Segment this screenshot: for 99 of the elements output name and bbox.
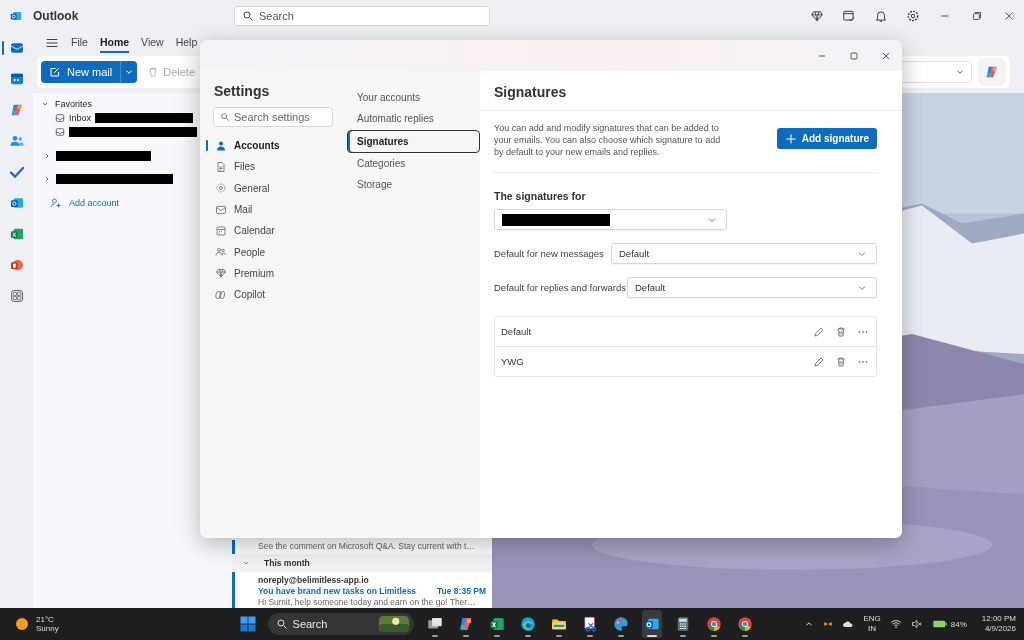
add-person-icon xyxy=(50,197,62,209)
colorful-logo-icon xyxy=(984,64,1000,80)
message-subject: You have brand new tasks on Limitless xyxy=(258,586,417,596)
ribbon-tab[interactable]: View xyxy=(141,33,164,53)
apps-grid-icon[interactable] xyxy=(8,287,25,304)
field-label: Default for new messages xyxy=(494,247,605,260)
signature-dropdown[interactable]: Default xyxy=(627,277,877,298)
settings-category[interactable]: Accounts xyxy=(206,135,347,157)
round-browser-icon[interactable] xyxy=(735,615,754,633)
bell-icon[interactable] xyxy=(874,9,888,23)
sun-icon xyxy=(14,616,30,632)
document-icon xyxy=(215,160,227,173)
section-label: Favorites xyxy=(55,99,92,109)
gear-icon xyxy=(215,182,227,195)
search-field[interactable]: Search xyxy=(234,6,490,26)
settings-icon[interactable] xyxy=(906,9,920,23)
settings-category[interactable]: Premium xyxy=(206,262,347,285)
message-preview: See the comment on Microsoft Q&A. Stay current with t… xyxy=(258,541,475,551)
speaker-muted-icon[interactable] xyxy=(910,618,923,630)
people-icon xyxy=(215,246,227,259)
taskbar-search-field[interactable]: Search xyxy=(267,613,414,635)
chevron-right-icon[interactable] xyxy=(43,152,51,160)
settings-subcategory[interactable]: Signatures xyxy=(347,129,480,153)
trash-icon[interactable] xyxy=(835,325,847,338)
settings-category[interactable]: People xyxy=(206,241,347,263)
envelope-logo-icon xyxy=(9,9,23,23)
description-text: You can add and modify signatures that can be added to your emails. You can also choose which signature to add by default to your new emails and replies. xyxy=(494,122,722,158)
wifi-icon[interactable] xyxy=(889,618,902,630)
weather-condition: Sunny xyxy=(36,624,59,633)
settings-category[interactable]: Files xyxy=(206,156,347,178)
ribbon-tab[interactable]: Home xyxy=(99,33,130,53)
inbox-tray-icon xyxy=(55,113,65,123)
ribbon-tab[interactable]: File xyxy=(71,33,88,53)
field-label: Default for replies and forwards xyxy=(494,281,627,294)
account-dropdown[interactable] xyxy=(494,209,727,230)
pencil-icon[interactable] xyxy=(813,325,825,338)
signature-name: YWG xyxy=(501,356,524,367)
search-settings-field[interactable]: Search settings xyxy=(213,107,333,127)
compose-icon xyxy=(49,66,61,78)
signature-name: Default xyxy=(501,326,532,337)
add-account-link[interactable]: Add account xyxy=(69,198,120,208)
app-title: Outlook xyxy=(33,9,79,23)
chevron-right-icon[interactable] xyxy=(43,175,51,183)
spreadsheet-app-icon[interactable] xyxy=(487,615,506,633)
temperature: 21°C xyxy=(36,615,55,624)
search-icon xyxy=(220,112,230,122)
palette-icon[interactable] xyxy=(611,615,630,633)
envelope-icon xyxy=(215,203,227,216)
message-preview: Hi Sumit, help someone today and earn on the go! Ther… xyxy=(258,597,477,607)
search-settings-input[interactable]: Search settings xyxy=(234,111,326,123)
settings-subcategory[interactable]: Storage xyxy=(347,173,480,196)
clock[interactable]: 12:00 PM 4/9/2026 xyxy=(981,614,1016,634)
settings-category[interactable]: Calendar xyxy=(206,220,347,242)
signature-dropdown[interactable]: Default xyxy=(611,243,877,264)
settings-subcategory[interactable]: Automatic replies xyxy=(347,108,480,130)
pencil-icon[interactable] xyxy=(813,355,825,368)
menu-icon[interactable] xyxy=(45,36,59,50)
round-browser-icon[interactable] xyxy=(704,615,723,633)
logo-button[interactable] xyxy=(978,58,1006,86)
add-signature-button[interactable]: Add signature xyxy=(776,128,877,149)
diamond-icon[interactable] xyxy=(810,9,824,23)
settings-title: Settings xyxy=(213,83,271,99)
inbox-tray-icon xyxy=(55,127,65,137)
page-title: Signatures xyxy=(480,71,902,111)
chevron-down-icon[interactable] xyxy=(41,100,49,108)
section-heading: The signatures for xyxy=(494,190,587,202)
language-indicator[interactable]: ENG IN xyxy=(863,614,881,634)
search-input[interactable]: Search xyxy=(259,10,482,22)
search-icon xyxy=(275,618,288,630)
message-sender: noreply@belimitless-app.io xyxy=(258,575,370,585)
cloud-icon[interactable] xyxy=(842,618,855,630)
restore-icon[interactable] xyxy=(970,9,984,23)
chevron-down-icon[interactable] xyxy=(242,559,250,567)
maximize-icon[interactable] xyxy=(848,49,860,62)
browser-wave-icon[interactable] xyxy=(518,615,537,633)
group-header: This month xyxy=(264,558,310,568)
person-icon xyxy=(215,139,227,152)
calendar-check-icon[interactable] xyxy=(842,9,856,23)
message-time: Tue 8:35 PM xyxy=(437,586,486,596)
calendar-icon xyxy=(215,224,227,237)
battery-percentage: 84% xyxy=(950,619,967,629)
ribbon-tab[interactable]: Help xyxy=(175,33,198,53)
settings-category[interactable]: General xyxy=(206,177,347,199)
taskbar-search-input[interactable]: Search xyxy=(292,618,373,630)
settings-category[interactable]: Copilot xyxy=(206,284,347,306)
start-icon[interactable] xyxy=(238,615,257,633)
folder-name[interactable]: Inbox xyxy=(69,113,92,123)
overlapping-shapes-icon xyxy=(215,288,227,301)
settings-subcategory[interactable]: Categories xyxy=(347,152,480,174)
trash-icon xyxy=(147,66,160,78)
settings-subcategory[interactable]: Your accounts xyxy=(347,87,480,109)
new-mail-dropdown[interactable] xyxy=(120,61,138,83)
new-mail-button[interactable]: New mail xyxy=(41,61,121,83)
bowtie-icon[interactable] xyxy=(823,619,834,629)
search-icon xyxy=(242,10,254,22)
trash-icon[interactable] xyxy=(835,355,847,368)
settings-category[interactable]: Mail xyxy=(206,198,347,221)
diamond-icon xyxy=(215,267,227,280)
plus-icon xyxy=(784,132,797,145)
